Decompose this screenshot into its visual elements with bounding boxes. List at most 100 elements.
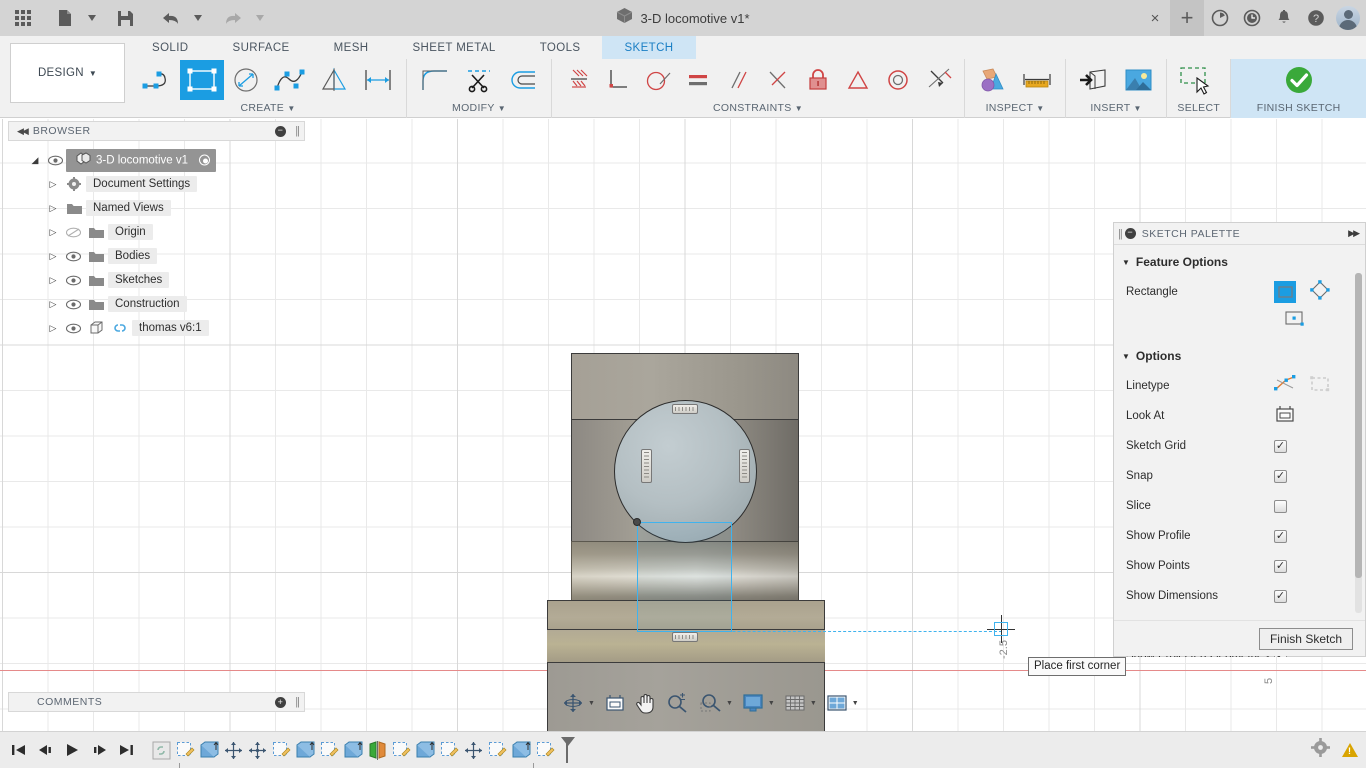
- timeline-feature-joint-origin[interactable]: [151, 739, 172, 761]
- browser-node-label[interactable]: Origin: [108, 224, 153, 240]
- help-icon[interactable]: ?: [1300, 0, 1332, 36]
- timeline-feature-sketch-6[interactable]: [487, 739, 508, 761]
- browser-node-label[interactable]: Document Settings: [86, 176, 198, 192]
- rectangle-2point-icon[interactable]: [1274, 281, 1296, 303]
- show-dimensions-checkbox[interactable]: ✓: [1274, 589, 1287, 603]
- tangent-constraint[interactable]: [638, 60, 678, 100]
- palette-grip-icon[interactable]: ||: [1114, 228, 1125, 240]
- timeline-marker[interactable]: [561, 737, 575, 763]
- timeline-feature-extrude-1[interactable]: [199, 739, 220, 761]
- finish-sketch-button[interactable]: Finish Sketch: [1258, 627, 1353, 650]
- grid-snaps-icon[interactable]: [783, 690, 807, 716]
- sketch-grid-checkbox[interactable]: ✓: [1274, 439, 1287, 453]
- zoom-dropdown-icon[interactable]: ▼: [726, 700, 733, 707]
- timeline-feature-sketch-1[interactable]: [175, 739, 196, 761]
- undo-dropdown-icon[interactable]: [188, 3, 208, 33]
- measure-tool[interactable]: [1015, 60, 1059, 100]
- recent-clock-icon[interactable]: [1236, 0, 1268, 36]
- timeline-feature-sketch-4[interactable]: [391, 739, 412, 761]
- active-component-indicator[interactable]: [199, 154, 211, 166]
- new-tab-icon[interactable]: +: [1170, 0, 1204, 36]
- rectangle-tool[interactable]: [180, 60, 224, 100]
- ribbon-group-finish-sketch[interactable]: FINISH SKETCH ▼: [1231, 59, 1366, 128]
- spline-tool[interactable]: [268, 60, 312, 100]
- fix-constraint[interactable]: [558, 60, 598, 100]
- save-icon[interactable]: [110, 3, 140, 33]
- expand-arrow-icon[interactable]: ▷: [44, 299, 62, 310]
- mirror-tool[interactable]: [312, 60, 356, 100]
- sketch-construction-line[interactable]: [637, 631, 1002, 632]
- symmetry-constraint[interactable]: [838, 60, 878, 100]
- section-feature-options[interactable]: ▼ Feature Options: [1114, 245, 1365, 277]
- display-settings-icon[interactable]: [741, 690, 765, 716]
- insert-image-icon[interactable]: [1116, 60, 1160, 100]
- section-analysis-tool[interactable]: [971, 60, 1015, 100]
- timeline-feature-extrude-5[interactable]: [511, 739, 532, 761]
- settings-gear-icon[interactable]: [1311, 738, 1330, 762]
- browser-collapse-icon[interactable]: ◀◀: [9, 126, 33, 137]
- timeline-feature-extrude-2[interactable]: [295, 739, 316, 761]
- step-back-icon[interactable]: [37, 740, 54, 760]
- coincident-constraint[interactable]: [758, 60, 798, 100]
- expand-arrow-icon[interactable]: ▷: [44, 203, 62, 214]
- line-tool[interactable]: [136, 60, 180, 100]
- expand-arrow-icon[interactable]: ▷: [44, 275, 62, 286]
- browser-node-label[interactable]: Sketches: [108, 272, 170, 288]
- browser-node-label[interactable]: Named Views: [86, 200, 171, 216]
- zoom-window-icon[interactable]: [699, 690, 723, 716]
- offset-tool[interactable]: [501, 60, 545, 100]
- sketch-dimension-tool[interactable]: [356, 60, 400, 100]
- browser-node-label[interactable]: Bodies: [108, 248, 158, 264]
- timeline-feature-move-1[interactable]: [223, 739, 244, 761]
- show-profile-checkbox[interactable]: ✓: [1274, 529, 1287, 543]
- timeline-feature-sketch-3[interactable]: [319, 739, 340, 761]
- warning-icon[interactable]: [1342, 743, 1358, 757]
- new-file-dropdown-icon[interactable]: [82, 3, 102, 33]
- look-at-icon[interactable]: [1274, 404, 1296, 429]
- orbit-icon[interactable]: [561, 690, 585, 716]
- slice-checkbox[interactable]: [1274, 499, 1287, 513]
- redo-icon[interactable]: [218, 3, 248, 33]
- timeline-feature-sketch-2[interactable]: [271, 739, 292, 761]
- expand-arrow-icon[interactable]: ▷: [44, 227, 62, 238]
- browser-node-named-views[interactable]: ▷ Named Views: [8, 196, 308, 220]
- tab-mesh[interactable]: MESH: [312, 36, 391, 59]
- expand-arrow-icon[interactable]: ▷: [44, 251, 62, 262]
- visibility-eye-icon[interactable]: [62, 299, 84, 310]
- fillet-tool[interactable]: [413, 60, 457, 100]
- rectangle-center-icon[interactable]: [1284, 310, 1306, 333]
- browser-node-thomas-component[interactable]: ▷ thomas v6:1: [8, 316, 308, 340]
- rectangle-3point-icon[interactable]: [1309, 279, 1331, 306]
- finish-sketch-check-icon[interactable]: [1277, 60, 1321, 100]
- tab-tools[interactable]: TOOLS: [518, 36, 603, 59]
- tab-sheet-metal[interactable]: SHEET METAL: [390, 36, 517, 59]
- new-file-icon[interactable]: [50, 3, 80, 33]
- viewports-icon[interactable]: [825, 690, 849, 716]
- browser-node-document-settings[interactable]: ▷ Document Settings: [8, 172, 308, 196]
- sketch-point[interactable]: [633, 518, 641, 526]
- browser-node-label[interactable]: Construction: [108, 296, 187, 312]
- redo-dropdown-icon[interactable]: [250, 3, 270, 33]
- visibility-eye-icon[interactable]: [62, 251, 84, 262]
- tab-solid[interactable]: SOLID: [130, 36, 211, 59]
- job-status-icon[interactable]: [1204, 0, 1236, 36]
- select-window-icon[interactable]: [1173, 60, 1217, 100]
- play-icon[interactable]: [64, 740, 81, 760]
- timeline-feature-mirror[interactable]: [367, 739, 388, 761]
- timeline-feature-sketch-7-active[interactable]: [535, 739, 556, 761]
- browser-node-sketches[interactable]: ▷ Sketches: [8, 268, 308, 292]
- equal-constraint[interactable]: [678, 60, 718, 100]
- visibility-eye-icon[interactable]: [62, 275, 84, 286]
- section-options[interactable]: ▼ Options: [1114, 335, 1365, 371]
- visibility-eye-off-icon[interactable]: [62, 227, 84, 238]
- go-to-beginning-icon[interactable]: [10, 740, 27, 760]
- comments-panel-header[interactable]: COMMENTS + ||: [8, 692, 305, 712]
- look-at-icon[interactable]: [603, 690, 627, 716]
- snap-checkbox[interactable]: ✓: [1274, 469, 1287, 483]
- expand-arrow-icon[interactable]: ▷: [44, 179, 62, 190]
- visibility-eye-icon[interactable]: [62, 323, 84, 334]
- timeline-feature-extrude-3[interactable]: [343, 739, 364, 761]
- undo-icon[interactable]: [156, 3, 186, 33]
- browser-node-root[interactable]: ◢ 3-D locomotive v1: [8, 148, 308, 172]
- expand-arrow-icon[interactable]: ◢: [26, 155, 44, 166]
